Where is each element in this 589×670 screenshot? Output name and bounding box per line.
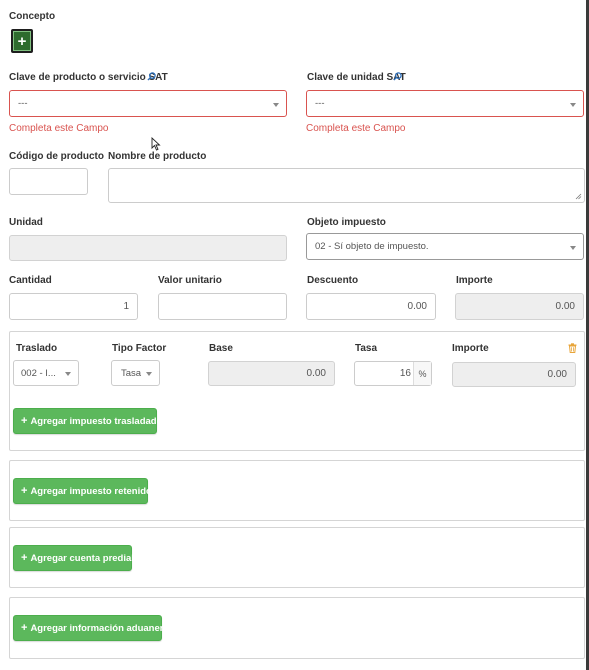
chevron-down-icon (570, 245, 576, 250)
clave-producto-error: Completa este Campo (9, 123, 109, 134)
chevron-down-icon (146, 372, 152, 376)
add-impuesto-retenido-button[interactable]: + Agregar impuesto retenido (13, 478, 152, 504)
traslado-importe-input: 0.00 (452, 362, 576, 387)
objeto-impuesto-value: 02 - Sí objeto de impuesto. (315, 241, 429, 252)
chevron-down-icon (570, 102, 576, 107)
traslado-select[interactable]: 002 - I... (13, 360, 79, 386)
search-icon[interactable] (147, 72, 156, 81)
clave-unidad-label: Clave de unidad SAT (307, 72, 406, 83)
traslado-header: Traslado (16, 343, 58, 354)
search-icon[interactable] (393, 72, 402, 81)
unidad-label: Unidad (9, 217, 43, 228)
mouse-cursor-icon (151, 137, 161, 151)
plus-icon: + (21, 414, 28, 427)
add-cuenta-predial-label: Agregar cuenta predial (30, 552, 134, 564)
objeto-impuesto-label: Objeto impuesto (307, 217, 386, 228)
clave-unidad-error: Completa este Campo (306, 123, 406, 134)
clave-producto-value: --- (18, 98, 28, 109)
codigo-producto-input[interactable] (9, 168, 88, 195)
objeto-impuesto-select[interactable]: 02 - Sí objeto de impuesto. (306, 233, 584, 260)
traslado-value: 002 - I... (21, 367, 56, 379)
clave-unidad-select[interactable]: --- (306, 90, 584, 117)
cantidad-input[interactable]: 1 (9, 293, 138, 320)
add-informacion-aduanera-button[interactable]: + Agregar información aduanera (13, 615, 169, 641)
tipo-factor-header: Tipo Factor (112, 343, 167, 354)
plus-icon: + (21, 551, 28, 564)
valor-unitario-input[interactable] (158, 293, 287, 320)
tipo-factor-value: Tasa (121, 367, 142, 379)
traslado-importe-value: 0.00 (547, 369, 567, 380)
tasa-input[interactable]: 16 % (354, 361, 432, 386)
importe-label: Importe (456, 275, 493, 286)
importe-input: 0.00 (455, 293, 584, 320)
cantidad-label: Cantidad (9, 275, 52, 286)
resize-handle-icon[interactable] (575, 193, 582, 200)
add-concepto-button[interactable]: + (11, 29, 33, 53)
unidad-input (9, 235, 287, 261)
add-impuesto-trasladado-label: Agregar impuesto trasladado (30, 415, 163, 427)
plus-icon: + (17, 32, 27, 50)
valor-unitario-label: Valor unitario (158, 275, 222, 286)
concepto-title: Concepto (9, 11, 56, 22)
trash-icon[interactable] (568, 343, 577, 353)
clave-producto-label: Clave de producto o servicio SAT (9, 72, 168, 83)
nombre-producto-textarea[interactable] (108, 168, 585, 203)
descuento-label: Descuento (307, 275, 359, 286)
plus-icon: + (21, 621, 28, 634)
base-header: Base (209, 343, 233, 354)
tasa-unit: % (413, 362, 431, 385)
add-impuesto-retenido-label: Agregar impuesto retenido (30, 485, 152, 497)
nombre-producto-label: Nombre de producto (108, 151, 207, 162)
chevron-down-icon (273, 102, 279, 107)
codigo-producto-label: Código de producto (9, 151, 104, 162)
clave-unidad-label-text: Clave de unidad SAT (307, 72, 406, 83)
chevron-down-icon (65, 372, 71, 376)
tasa-header: Tasa (355, 343, 378, 354)
add-cuenta-predial-button[interactable]: + Agregar cuenta predial (13, 545, 134, 571)
clave-unidad-value: --- (315, 98, 325, 109)
importe-value: 0.00 (555, 301, 575, 312)
descuento-value: 0.00 (407, 301, 427, 312)
base-value: 0.00 (306, 368, 326, 379)
tipo-factor-select[interactable]: Tasa (111, 360, 160, 386)
base-input: 0.00 (208, 361, 335, 386)
clave-producto-select[interactable]: --- (9, 90, 287, 117)
importe-header: Importe (452, 343, 489, 354)
plus-icon: + (21, 484, 28, 497)
add-impuesto-trasladado-button[interactable]: + Agregar impuesto trasladado (13, 408, 162, 434)
add-informacion-aduanera-label: Agregar información aduanera (30, 622, 169, 634)
descuento-input[interactable]: 0.00 (306, 293, 436, 320)
tasa-value: 16 (399, 368, 411, 379)
clave-producto-label-text: Clave de producto o servicio SAT (9, 72, 168, 83)
cantidad-value: 1 (123, 301, 129, 312)
